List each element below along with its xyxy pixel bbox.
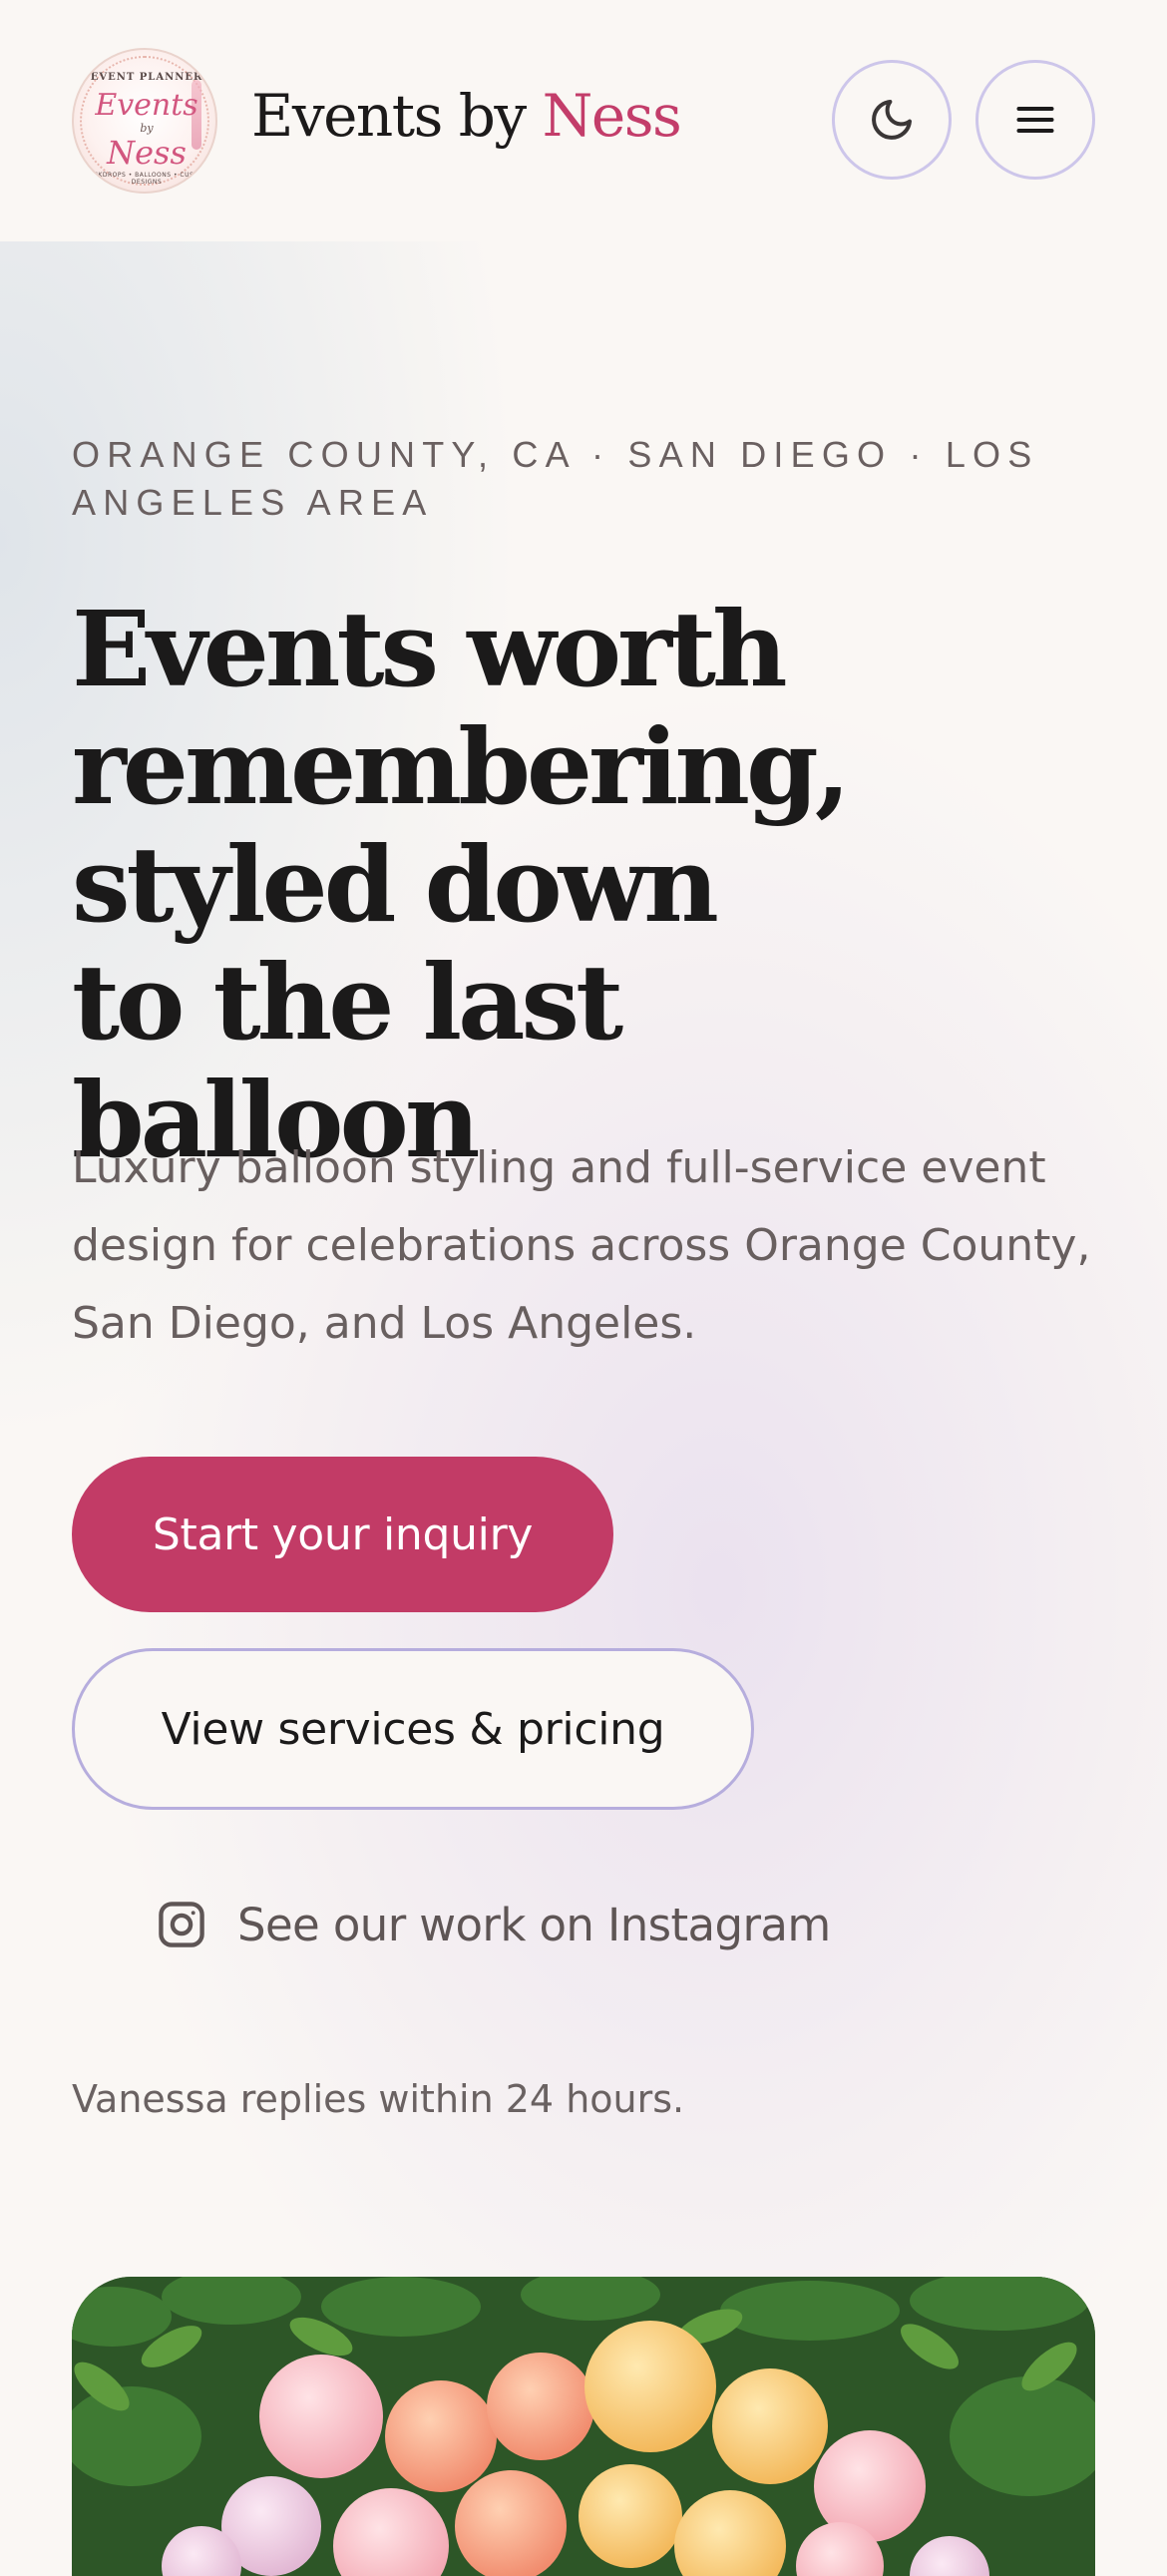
- logo-script-ness: Ness: [107, 134, 187, 172]
- hero-section: ORANGE COUNTY, CA · SAN DIEGO · LOS ANGE…: [0, 241, 1167, 2576]
- brand-name-link[interactable]: Events by Ness: [251, 82, 682, 150]
- hero-headline: Events worth remembering, styled down to…: [72, 588, 851, 1181]
- logo-top-text: EVENT PLANNER: [90, 72, 203, 83]
- instagram-icon: [156, 1899, 207, 1950]
- hamburger-menu-icon: [1013, 98, 1057, 142]
- brand-name-prefix: Events by: [251, 82, 543, 150]
- logo-script-events: Events: [95, 88, 198, 123]
- site-header: EVENT PLANNER Events by Ness BACKDROPS •…: [0, 0, 1167, 241]
- logo-bottom-text: BACKDROPS • BALLOONS • CUSTOM DESIGNS: [84, 172, 209, 186]
- moon-icon: [868, 96, 916, 144]
- instagram-link-label: See our work on Instagram: [237, 1898, 831, 1951]
- hero-lead-text: Luxury balloon styling and full-service …: [72, 1142, 1091, 1349]
- brand-logo[interactable]: EVENT PLANNER Events by Ness BACKDROPS •…: [72, 48, 217, 194]
- menu-button[interactable]: [975, 60, 1095, 180]
- instagram-link[interactable]: See our work on Instagram: [156, 1890, 831, 1959]
- theme-toggle-button[interactable]: [832, 60, 952, 180]
- brand-name-accent: Ness: [542, 82, 682, 150]
- view-services-pricing-button[interactable]: View services & pricing: [72, 1648, 754, 1810]
- balloon-garland-photo: [72, 2277, 1095, 2576]
- reply-time-note: Vanessa replies within 24 hours.: [72, 2077, 685, 2121]
- start-inquiry-button[interactable]: Start your inquiry: [72, 1457, 613, 1612]
- service-area-eyebrow: ORANGE COUNTY, CA · SAN DIEGO · LOS ANGE…: [72, 434, 1039, 523]
